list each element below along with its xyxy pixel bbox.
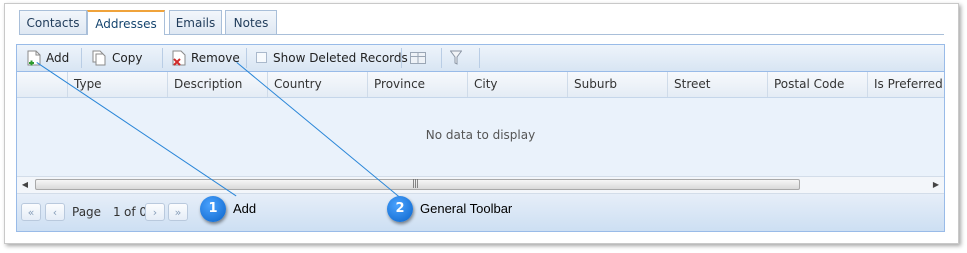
add-label: Add [46,51,70,65]
toolbar-separator [162,48,163,68]
column-label: Is Preferred [874,77,943,91]
add-button[interactable]: Add [25,45,81,71]
current-page-value: 1 [113,205,121,219]
toolbar-separator [246,48,247,68]
column-header-suburb[interactable]: Suburb [567,72,667,97]
page-count-label: of 0 [124,205,148,219]
double-chevron-left-icon: « [27,206,35,219]
copy-button[interactable]: Copy [90,45,150,71]
column-header-street[interactable]: Street [667,72,767,97]
tab-label: Contacts [26,16,80,30]
remove-document-icon [172,50,186,66]
remove-button[interactable]: Remove [170,45,242,71]
show-deleted-label: Show Deleted Records [273,51,408,65]
page-label: Page [72,205,102,219]
tab-notes[interactable]: Notes [225,10,277,34]
column-label: Country [274,77,322,91]
tab-label: Addresses [95,17,157,31]
show-deleted-records-toggle[interactable]: Show Deleted Records [254,45,408,71]
callout-number: 1 [208,201,218,216]
scrollbar-grip-icon: ||| [412,179,419,189]
column-header-selector[interactable] [17,72,67,97]
tab-label: Notes [233,16,269,30]
column-chooser-icon [410,52,426,64]
copy-icon [92,50,106,66]
show-deleted-checkbox[interactable] [256,52,267,63]
chevron-left-icon: ‹ [52,206,58,219]
double-chevron-right-icon: » [174,206,182,219]
general-toolbar: Add Copy Remove Show Deleted Records [17,45,944,72]
column-label: City [474,77,498,91]
column-header-province[interactable]: Province [367,72,467,97]
column-header-is-preferred[interactable]: Is Preferred [867,72,944,97]
toolbar-separator [479,48,480,68]
next-page-button[interactable]: › [145,203,165,221]
callout-number: 2 [395,201,405,216]
callout-2-label: General Toolbar [420,201,513,216]
callout-2-badge: 2 [387,196,413,222]
column-label: Street [674,77,711,91]
tab-label: Emails [175,16,216,30]
horizontal-scrollbar[interactable]: ◀ ||| ▶ [17,176,944,194]
column-chooser-button[interactable] [408,45,428,71]
callout-1-badge: 1 [200,196,226,222]
toolbar-separator [401,48,402,68]
column-label: Postal Code [774,77,845,91]
empty-grid-message: No data to display [425,128,536,142]
grid-body: No data to display [17,98,944,176]
filter-button[interactable] [448,45,466,71]
scroll-right-arrow-icon[interactable]: ▶ [928,177,944,193]
previous-page-button[interactable]: ‹ [45,203,65,221]
column-header-country[interactable]: Country [267,72,367,97]
column-label: Description [174,77,243,91]
callout-1-label: Add [233,201,257,216]
copy-label: Copy [112,51,143,65]
column-header-postal-code[interactable]: Postal Code [767,72,867,97]
first-page-button[interactable]: « [21,203,41,221]
remove-label: Remove [191,51,240,65]
chevron-right-icon: › [152,206,158,219]
tab-contacts[interactable]: Contacts [19,10,87,34]
scrollbar-thumb[interactable]: ||| [35,179,800,190]
tab-addresses[interactable]: Addresses [87,10,165,35]
tab-emails[interactable]: Emails [169,10,222,34]
toolbar-separator [441,48,442,68]
column-header-city[interactable]: City [467,72,567,97]
grid-column-header: Type Description Country Province City S… [17,72,944,98]
filter-funnel-icon [450,50,462,65]
column-label: Province [374,77,426,91]
column-label: Suburb [574,77,617,91]
last-page-button[interactable]: » [168,203,188,221]
toolbar-separator [81,48,82,68]
scroll-left-arrow-icon[interactable]: ◀ [17,177,33,193]
